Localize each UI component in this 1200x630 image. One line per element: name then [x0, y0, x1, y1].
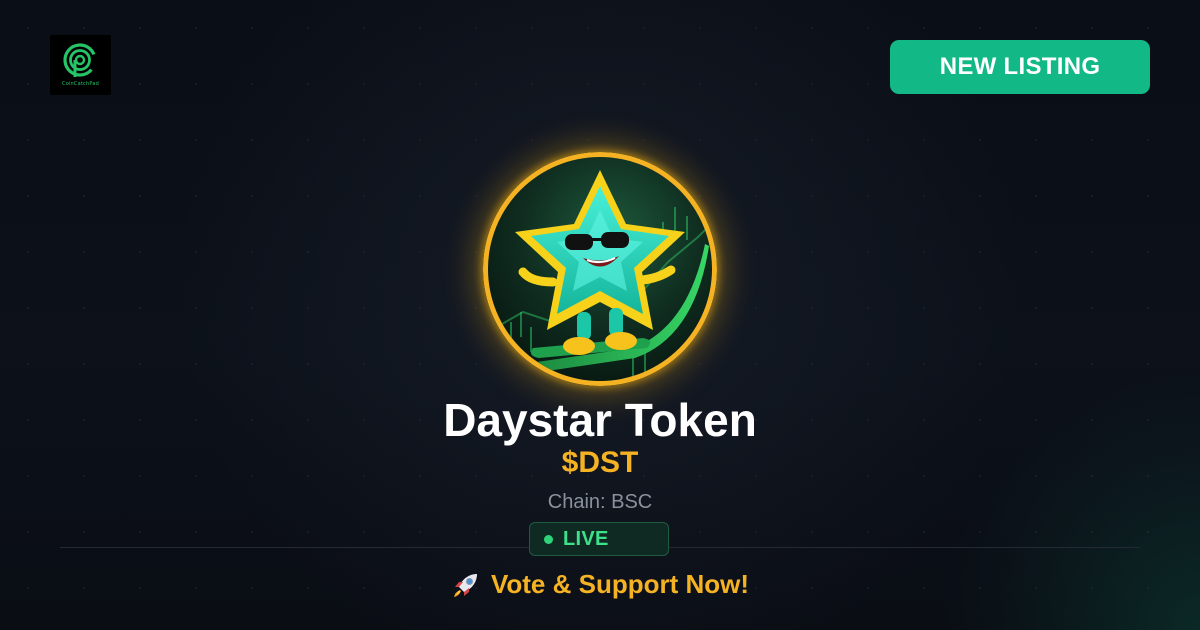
token-name: Daystar Token — [443, 394, 757, 446]
rocket-icon — [451, 570, 481, 600]
token-symbol: $DST — [561, 446, 639, 479]
live-dot-icon — [544, 534, 553, 544]
brand-logo[interactable]: CoinCatchPad — [50, 35, 111, 95]
logo-wordmark: CoinCatchPad — [62, 81, 99, 87]
token-avatar — [483, 152, 717, 386]
chain-label: Chain: BSC — [547, 491, 653, 513]
live-status-badge: LIVE — [529, 522, 669, 556]
new-listing-badge[interactable]: NEW LISTING — [890, 40, 1150, 94]
vote-support-cta[interactable]: Vote & Support Now! — [0, 569, 1200, 600]
live-status-text: LIVE — [563, 527, 609, 550]
cta-label: Vote & Support Now! — [490, 569, 750, 599]
star-mascot-icon — [483, 152, 717, 386]
